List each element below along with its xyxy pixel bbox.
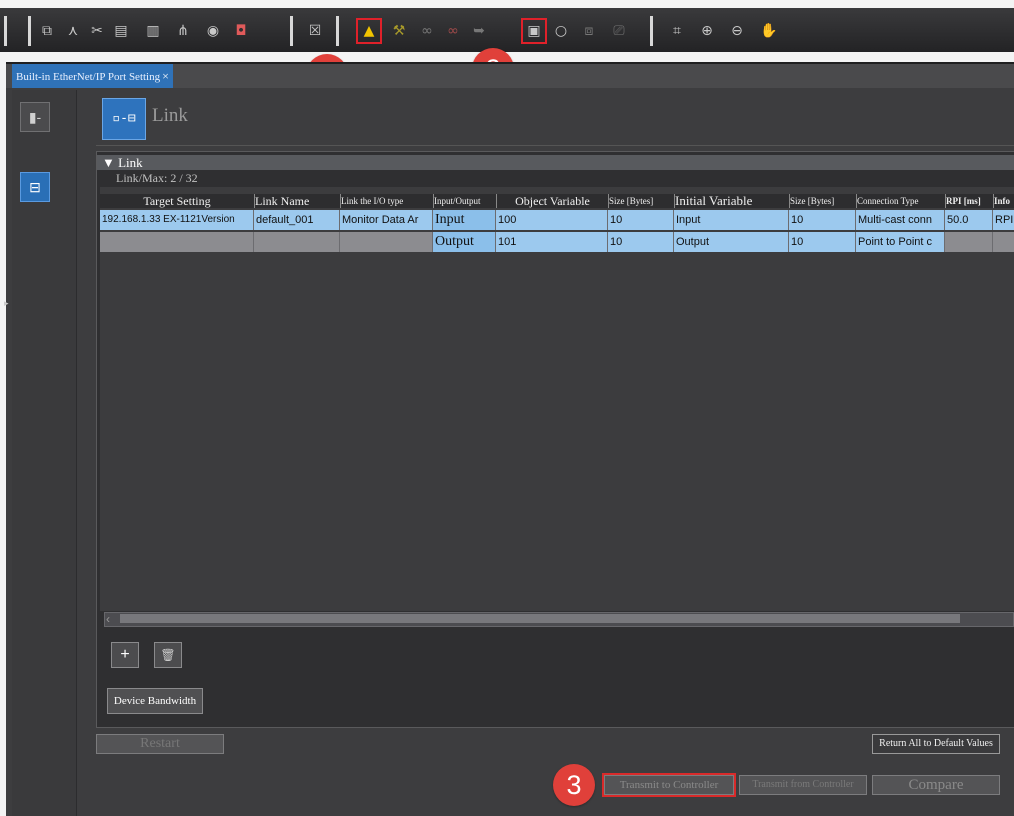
copy-icon[interactable]: ▤ xyxy=(112,22,130,40)
sync-icon[interactable]: ▣ xyxy=(521,18,547,44)
table-cell[interactable]: 100 xyxy=(496,210,608,230)
window-icon[interactable]: ⧉ xyxy=(38,22,56,40)
close-icon[interactable]: × xyxy=(162,69,169,83)
cut-icon[interactable]: ✂ xyxy=(88,22,106,40)
module-icon[interactable]: ▮- xyxy=(20,102,50,132)
tab-ethernet-port-setting[interactable]: Built-in EtherNet/IP Port Setting × xyxy=(12,64,173,88)
scrollbar-thumb[interactable] xyxy=(120,614,960,623)
column-header[interactable]: Connection Type xyxy=(856,194,945,208)
zoom-out-icon[interactable]: ⊖ xyxy=(728,22,746,40)
transfer-icon[interactable]: ➥ xyxy=(470,22,488,40)
reset-icon[interactable]: ○ xyxy=(552,22,570,40)
find-icon[interactable]: ◉ xyxy=(204,22,222,40)
table-cell[interactable]: 10 xyxy=(608,210,674,230)
table-cell[interactable]: Input xyxy=(433,210,496,230)
table-cell[interactable]: Output xyxy=(674,232,789,252)
return-all-defaults-button[interactable]: Return All to Default Values xyxy=(872,734,1000,754)
column-header[interactable]: Input/Output xyxy=(433,194,496,208)
page-title: Link xyxy=(152,105,188,126)
transmit-from-controller-button[interactable]: Transmit from Controller xyxy=(739,775,867,795)
table-cell[interactable]: Output xyxy=(433,232,496,252)
delete-link-button[interactable]: 🗑 xyxy=(154,642,182,668)
link-header-icon: ▫-⊟ xyxy=(102,98,146,140)
link-icon[interactable]: ∞ xyxy=(418,22,436,40)
unlink-icon[interactable]: ∞ xyxy=(444,22,462,40)
table-cell[interactable]: RPI xyxy=(993,210,1014,230)
compare-button[interactable]: Compare xyxy=(872,775,1000,795)
toolbar-separator xyxy=(290,16,293,46)
table-cell[interactable]: 50.0 xyxy=(945,210,993,230)
annotation-badge-3: 3 xyxy=(553,764,595,806)
section-header[interactable] xyxy=(97,155,1014,170)
main-toolbar: ⧉ ⋏ ✂ ▤ ▥ ⋔ ◉ ◘ ☒ ▲ ⚒ ∞ ∞ ➥ ▣ ○ ⧈ ⎚ ⌗ ⊕ … xyxy=(0,8,1014,52)
build-icon[interactable]: ⚒ xyxy=(390,22,408,40)
table-cell[interactable]: 192.168.1.33 EX-1121Version xyxy=(100,210,254,230)
link-nav-icon[interactable]: ⊟ xyxy=(20,172,50,202)
table-cell[interactable] xyxy=(100,232,254,252)
column-header[interactable]: RPI [ms] xyxy=(945,194,993,208)
column-header[interactable]: Link the I/O type xyxy=(340,194,433,208)
device-bandwidth-button[interactable]: Device Bandwidth xyxy=(107,688,203,714)
transmit-to-controller-button[interactable]: Transmit to Controller xyxy=(602,773,736,797)
network-icon[interactable]: ⋔ xyxy=(174,22,192,40)
tab-label: Built-in EtherNet/IP Port Setting xyxy=(16,71,161,83)
table-cell[interactable]: 10 xyxy=(789,232,856,252)
pointer-icon[interactable]: ⋏ xyxy=(64,22,82,40)
tab-strip: Built-in EtherNet/IP Port Setting × xyxy=(6,62,1014,90)
collapse-arrow-icon[interactable]: ▸ xyxy=(4,298,9,309)
sidebar: ▮- ⊟ xyxy=(12,90,77,816)
table-cell[interactable]: Input xyxy=(674,210,789,230)
toolbar-separator xyxy=(650,16,653,46)
table-cell[interactable]: Monitor Data Ar xyxy=(340,210,433,230)
table-cell[interactable]: Point to Point c xyxy=(856,232,945,252)
toolbar-separator xyxy=(4,16,7,46)
table-cell[interactable]: 10 xyxy=(789,210,856,230)
table-cell[interactable]: 101 xyxy=(496,232,608,252)
column-header[interactable]: Size [Bytes] xyxy=(789,194,856,208)
pan-icon[interactable]: ✋ xyxy=(760,22,778,40)
table-cell[interactable]: Multi-cast conn xyxy=(856,210,945,230)
column-header[interactable]: Size [Bytes] xyxy=(608,194,674,208)
table-cell[interactable] xyxy=(945,232,993,252)
divider xyxy=(96,145,1014,146)
toolbar-separator xyxy=(28,16,31,46)
toolbar-separator xyxy=(336,16,339,46)
table-cell[interactable] xyxy=(254,232,340,252)
fit-icon[interactable]: ⌗ xyxy=(668,22,686,40)
link-count: Link/Max: 2 / 32 xyxy=(116,171,198,185)
table-cell[interactable]: 10 xyxy=(608,232,674,252)
delete-icon[interactable]: ◘ xyxy=(232,22,250,40)
section-title[interactable]: ▼ Link xyxy=(102,155,143,170)
add-link-button[interactable]: + xyxy=(111,642,139,668)
warning-icon[interactable]: ▲ xyxy=(356,18,382,44)
column-header[interactable]: Target Setting xyxy=(100,194,254,208)
table-cell[interactable] xyxy=(993,232,1014,252)
column-header[interactable]: Link Name xyxy=(254,194,340,208)
table-cell[interactable]: default_001 xyxy=(254,210,340,230)
compare-icon[interactable]: ⧈ xyxy=(580,22,598,40)
monitor-icon[interactable]: ⎚ xyxy=(610,22,628,40)
table-cell[interactable] xyxy=(340,232,433,252)
column-header[interactable]: Info xyxy=(993,194,1014,208)
column-header[interactable]: Object Variable xyxy=(496,194,608,208)
column-header[interactable]: Initial Variable xyxy=(674,194,789,208)
paste-icon[interactable]: ▥ xyxy=(144,22,162,40)
check-icon[interactable]: ☒ xyxy=(306,22,324,40)
scroll-left-icon[interactable]: ‹ xyxy=(106,612,110,626)
restart-button[interactable]: Restart xyxy=(96,734,224,754)
zoom-in-icon[interactable]: ⊕ xyxy=(698,22,716,40)
